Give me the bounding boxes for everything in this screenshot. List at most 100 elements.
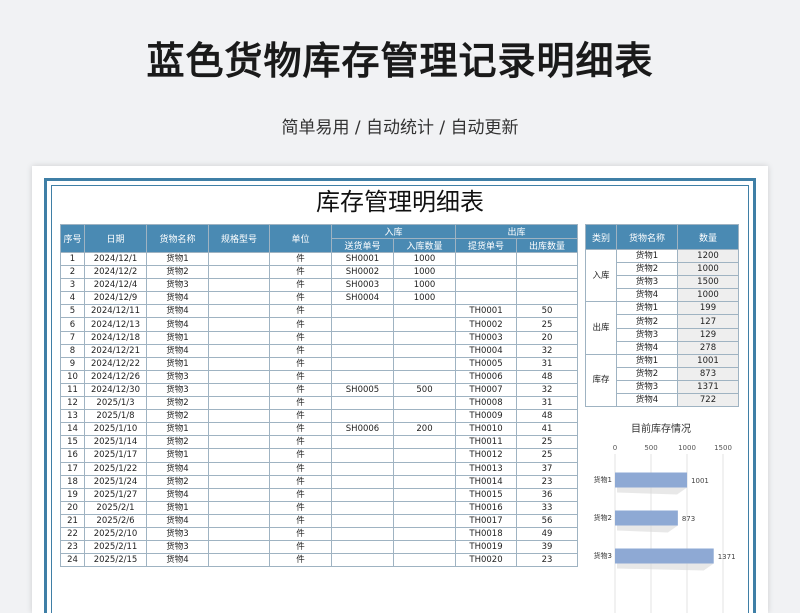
- cell-in-no[interactable]: [331, 330, 394, 345]
- summary-item-name[interactable]: 货物3: [616, 275, 678, 290]
- cell-out-qty[interactable]: 25: [516, 448, 579, 463]
- cell-out-qty[interactable]: 23: [516, 553, 579, 568]
- summary-item-name[interactable]: 货物3: [616, 379, 678, 395]
- cell-name[interactable]: 货物2: [146, 409, 209, 424]
- cell-in-no[interactable]: [331, 526, 394, 542]
- cell-in-no[interactable]: [331, 513, 394, 528]
- cell-in-qty[interactable]: [392, 474, 457, 489]
- cell-in-qty[interactable]: [392, 369, 457, 384]
- cell-in-no[interactable]: [331, 461, 394, 476]
- cell-out-qty[interactable]: 48: [516, 409, 579, 424]
- cell-name[interactable]: 货物4: [146, 304, 209, 319]
- cell-in-no[interactable]: [331, 435, 394, 450]
- cell-spec[interactable]: [208, 422, 270, 437]
- summary-item-qty[interactable]: 1001: [677, 353, 739, 368]
- cell-unit[interactable]: 件: [269, 382, 332, 398]
- cell-unit[interactable]: 件: [269, 422, 332, 437]
- cell-seq[interactable]: 14: [60, 422, 85, 437]
- cell-in-qty[interactable]: [392, 317, 457, 332]
- cell-in-qty[interactable]: [392, 435, 457, 450]
- cell-in-qty[interactable]: [392, 553, 457, 568]
- cell-out-no[interactable]: [455, 278, 518, 293]
- cell-date[interactable]: 2025/2/15: [84, 553, 147, 568]
- cell-name[interactable]: 货物3: [146, 540, 209, 555]
- cell-in-qty[interactable]: [392, 343, 457, 358]
- cell-date[interactable]: 2025/2/6: [84, 513, 147, 528]
- cell-out-no[interactable]: [455, 265, 518, 280]
- cell-seq[interactable]: 21: [60, 513, 85, 528]
- cell-in-no[interactable]: SH0001: [331, 251, 394, 267]
- summary-item-qty[interactable]: 129: [677, 327, 739, 342]
- cell-name[interactable]: 货物2: [146, 265, 209, 280]
- cell-out-qty[interactable]: 41: [516, 422, 579, 437]
- cell-out-no[interactable]: TH0009: [455, 409, 518, 424]
- cell-in-no[interactable]: [331, 369, 394, 384]
- cell-unit[interactable]: 件: [269, 369, 332, 384]
- cell-name[interactable]: 货物1: [146, 448, 209, 463]
- cell-spec[interactable]: [208, 330, 270, 345]
- cell-spec[interactable]: [208, 513, 270, 528]
- cell-spec[interactable]: [208, 553, 270, 568]
- cell-in-qty[interactable]: 200: [392, 422, 457, 437]
- cell-out-qty[interactable]: 39: [516, 540, 579, 555]
- cell-in-no[interactable]: [331, 500, 394, 515]
- cell-unit[interactable]: 件: [269, 356, 332, 371]
- cell-spec[interactable]: [208, 474, 270, 489]
- cell-seq[interactable]: 11: [60, 382, 85, 398]
- cell-in-no[interactable]: SH0005: [331, 382, 394, 398]
- cell-name[interactable]: 货物3: [146, 369, 209, 384]
- cell-out-qty[interactable]: [516, 291, 579, 306]
- cell-name[interactable]: 货物4: [146, 513, 209, 528]
- cell-spec[interactable]: [208, 251, 270, 267]
- cell-in-qty[interactable]: [392, 526, 457, 542]
- cell-out-no[interactable]: TH0002: [455, 317, 518, 332]
- cell-seq[interactable]: 17: [60, 461, 85, 476]
- cell-out-no[interactable]: TH0001: [455, 304, 518, 319]
- cell-out-qty[interactable]: 37: [516, 461, 579, 476]
- cell-in-qty[interactable]: 1000: [392, 265, 457, 280]
- cell-spec[interactable]: [208, 291, 270, 306]
- summary-item-qty[interactable]: 199: [677, 301, 739, 316]
- summary-item-qty[interactable]: 722: [677, 393, 739, 408]
- cell-seq[interactable]: 9: [60, 356, 85, 371]
- cell-unit[interactable]: 件: [269, 343, 332, 358]
- cell-spec[interactable]: [208, 396, 270, 411]
- cell-date[interactable]: 2025/2/1: [84, 500, 147, 515]
- cell-out-qty[interactable]: 25: [516, 317, 579, 332]
- cell-unit[interactable]: 件: [269, 251, 332, 267]
- cell-date[interactable]: 2024/12/4: [84, 278, 147, 293]
- cell-spec[interactable]: [208, 317, 270, 332]
- cell-in-qty[interactable]: [392, 487, 457, 502]
- cell-date[interactable]: 2024/12/30: [84, 382, 147, 398]
- cell-in-qty[interactable]: [392, 356, 457, 371]
- cell-name[interactable]: 货物4: [146, 487, 209, 502]
- cell-out-qty[interactable]: 31: [516, 396, 579, 411]
- cell-spec[interactable]: [208, 343, 270, 358]
- cell-in-no[interactable]: [331, 487, 394, 502]
- cell-name[interactable]: 货物4: [146, 317, 209, 332]
- cell-in-qty[interactable]: [392, 330, 457, 345]
- cell-in-qty[interactable]: [392, 513, 457, 528]
- summary-item-qty[interactable]: 1371: [677, 379, 739, 395]
- cell-out-qty[interactable]: 49: [516, 526, 579, 542]
- cell-in-no[interactable]: SH0006: [331, 422, 394, 437]
- cell-out-no[interactable]: TH0018: [455, 526, 518, 542]
- cell-date[interactable]: 2024/12/13: [84, 317, 147, 332]
- cell-date[interactable]: 2025/1/3: [84, 396, 147, 411]
- cell-date[interactable]: 2025/1/27: [84, 487, 147, 502]
- cell-seq[interactable]: 3: [60, 278, 85, 293]
- summary-item-qty[interactable]: 1000: [677, 288, 739, 303]
- cell-out-no[interactable]: TH0019: [455, 540, 518, 555]
- cell-in-no[interactable]: [331, 553, 394, 568]
- cell-name[interactable]: 货物1: [146, 356, 209, 371]
- cell-out-no[interactable]: TH0007: [455, 382, 518, 398]
- cell-name[interactable]: 货物1: [146, 422, 209, 437]
- cell-in-no[interactable]: [331, 448, 394, 463]
- cell-unit[interactable]: 件: [269, 435, 332, 450]
- cell-out-qty[interactable]: 48: [516, 369, 579, 384]
- cell-spec[interactable]: [208, 500, 270, 515]
- cell-out-no[interactable]: TH0014: [455, 474, 518, 489]
- summary-item-name[interactable]: 货物4: [616, 393, 678, 408]
- summary-item-name[interactable]: 货物1: [616, 353, 678, 368]
- cell-spec[interactable]: [208, 356, 270, 371]
